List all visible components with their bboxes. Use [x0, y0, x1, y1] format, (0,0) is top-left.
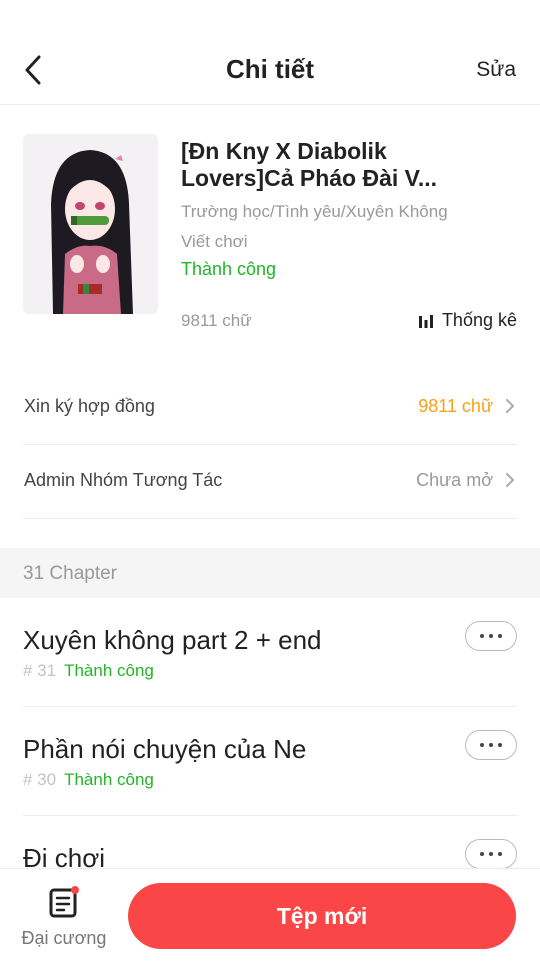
chapter-title: Phần nói chuyện của Ne — [23, 734, 307, 764]
chevron-right-icon — [506, 399, 514, 413]
admin-group-label: Admin Nhóm Tương Tác — [24, 470, 223, 490]
chevron-right-icon — [506, 473, 514, 487]
book-word-count: 9811 chữ — [181, 311, 252, 330]
top-bar: Chi tiết Sửa — [0, 0, 540, 105]
chapter-number: # 31 — [23, 661, 57, 680]
outline-label: Đại cương — [21, 928, 107, 948]
chapter-title: Xuyên không part 2 + end — [23, 625, 322, 655]
contract-value: 9811 chữ — [418, 396, 493, 416]
stats-button[interactable]: Thống kê — [418, 310, 517, 331]
chapter-status: Thành công — [64, 661, 154, 680]
more-icon-dot — [498, 743, 502, 747]
chapter-more-button[interactable] — [465, 730, 517, 760]
chapter-meta: # 30 Thành công — [23, 770, 154, 790]
chapter-item[interactable]: Xuyên không part 2 + end # 31 Thành công — [23, 598, 517, 707]
book-genres: Trường học/Tình yêu/Xuyên Không — [181, 202, 448, 221]
stats-label: Thống kê — [441, 310, 517, 330]
chapter-more-button[interactable] — [465, 621, 517, 651]
more-icon-dot — [498, 634, 502, 638]
more-icon — [480, 634, 484, 638]
contract-label: Xin ký hợp đồng — [24, 396, 155, 416]
admin-group-value: Chưa mở — [416, 470, 493, 490]
book-type: Viết chơi — [181, 232, 248, 251]
more-icon-dot — [498, 852, 502, 856]
more-icon — [480, 743, 484, 747]
bar-chart-icon — [418, 314, 433, 328]
edit-button[interactable]: Sửa — [476, 58, 516, 82]
contract-row[interactable]: Xin ký hợp đồng 9811 chữ — [23, 370, 517, 445]
chapter-section-header: 31 Chapter — [0, 548, 540, 598]
chapter-meta: # 31 Thành công — [23, 661, 154, 681]
more-icon-dot — [489, 852, 493, 856]
page-title: Chi tiết — [225, 54, 315, 84]
chapter-more-button[interactable] — [465, 839, 517, 869]
book-cover[interactable] — [23, 134, 158, 314]
outline-button[interactable]: Đại cương — [14, 881, 114, 953]
chapter-count: 31 Chapter — [23, 563, 118, 584]
more-icon — [480, 852, 484, 856]
admin-group-row[interactable]: Admin Nhóm Tương Tác Chưa mở — [23, 444, 517, 519]
chapter-number: # 30 — [23, 770, 57, 789]
book-status: Thành công — [181, 259, 277, 279]
new-file-button[interactable]: Tệp mới — [128, 883, 516, 949]
chapter-status: Thành công — [64, 770, 154, 789]
cover-illustration — [23, 134, 158, 314]
more-icon-dot — [489, 634, 493, 638]
document-icon — [49, 886, 79, 918]
more-icon-dot — [489, 743, 493, 747]
book-title: [Đn Kny X Diabolik Lovers]Cả Pháo Đài V.… — [181, 138, 438, 191]
chapter-item[interactable]: Phần nói chuyện của Ne # 30 Thành công — [23, 707, 517, 816]
bottom-bar: Đại cương Tệp mới — [0, 868, 540, 961]
